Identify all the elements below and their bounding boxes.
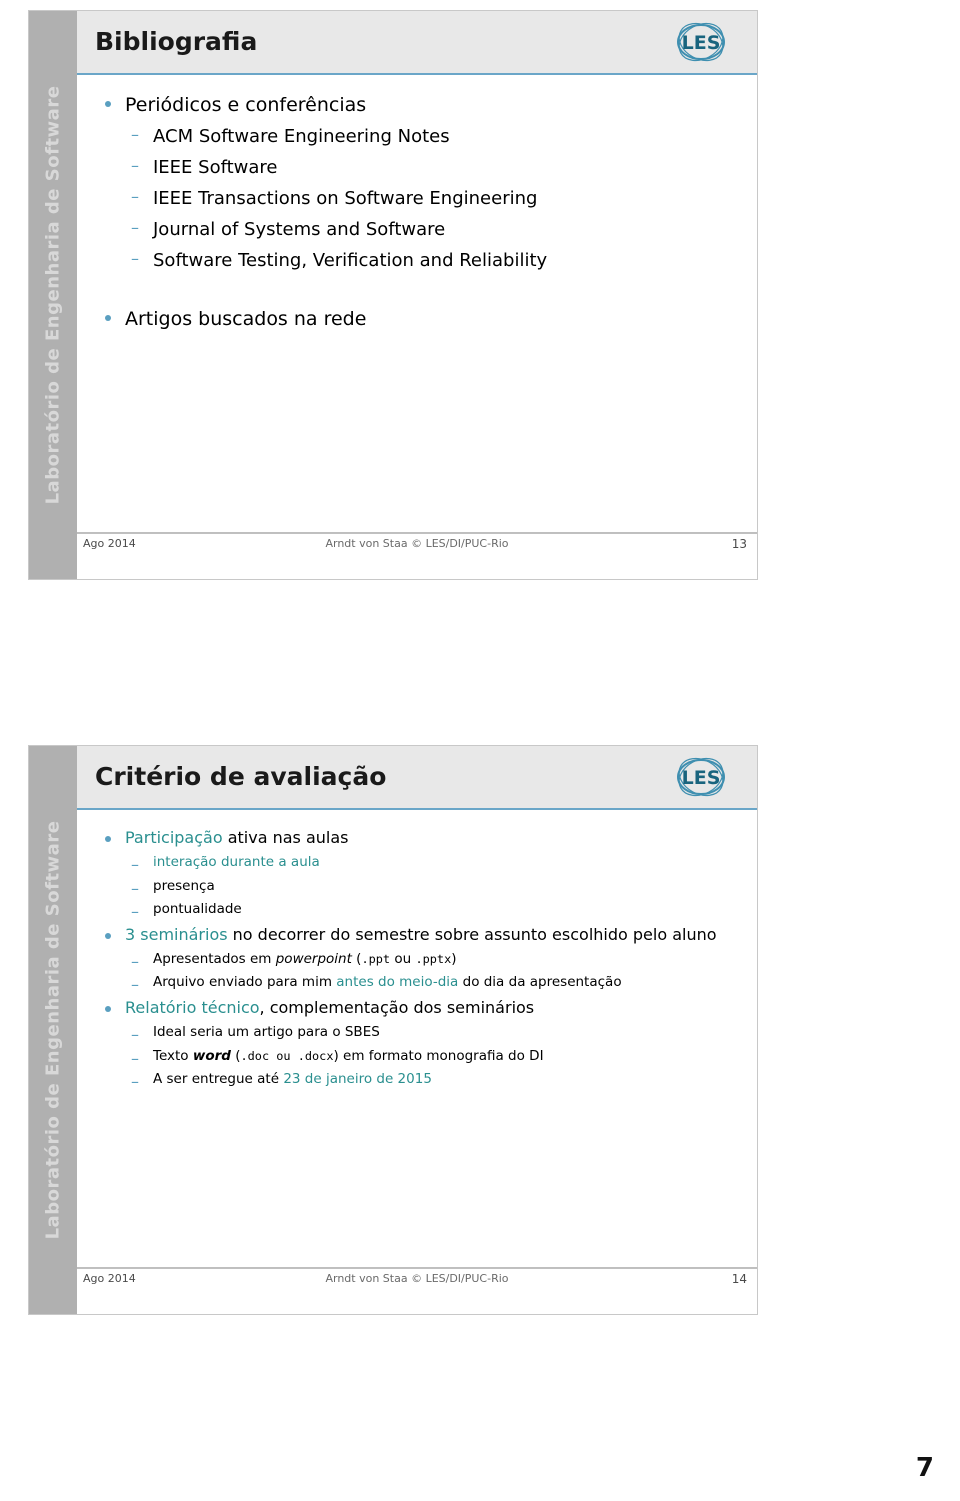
slide-title-bar: Critério de avaliação LES [77,746,757,810]
bullet-dot-icon [105,101,111,107]
bullet-text: 3 seminários no decorrer do semestre sob… [125,924,717,944]
sub-bullet-text: Software Testing, Verification and Relia… [153,250,548,272]
handout-page-number: 7 [915,1453,934,1483]
slide-bibliografia: Laboratório de Engenharia de Software Bi… [28,10,758,580]
bullet-item: 3 seminários no decorrer do semestre sob… [97,923,737,994]
bullet-dot-icon [105,932,111,939]
bullet-dot-icon [105,1005,111,1012]
sub-bullet-text: Ideal seria um artigo para o SBES [153,1023,380,1040]
dash-icon: – [131,217,139,237]
sub-bullet-item: – Journal of Systems and Software [125,215,737,244]
footer-slide-number: 14 [731,1272,747,1286]
handout-page: Laboratório de Engenharia de Software Bi… [0,0,960,1501]
sub-bullet-item: – IEEE Transactions on Software Engineer… [125,184,737,213]
slide-title: Critério de avaliação [95,762,387,791]
side-band-label: Laboratório de Engenharia de Software [42,820,64,1240]
dash-icon: – [131,249,139,269]
slide-footer: Ago 2014 Arndt von Staa © LES/DI/PUC-Rio… [77,1267,757,1314]
svg-text:LES: LES [682,32,721,54]
dash-icon: – [131,878,139,898]
bullet-list-level2: – Apresentados em powerpoint (.ppt ou .p… [125,949,737,995]
sub-bullet-item: – ACM Software Engineering Notes [125,122,737,151]
sub-bullet-text: Texto word (.doc ou .docx) em formato mo… [153,1047,544,1064]
sub-bullet-text: A ser entregue até 23 de janeiro de 2015 [153,1071,432,1088]
bullet-item: Participação ativa nas aulas – interação… [97,826,737,921]
svg-text:LES: LES [682,767,721,789]
bullet-text: Participação ativa nas aulas [125,828,349,847]
footer-attribution: Arndt von Staa © LES/DI/PUC-Rio [325,1272,509,1285]
bullet-list-level2: – interação durante a aula – presença – … [125,852,737,921]
sub-bullet-item: – IEEE Software [125,153,737,182]
slide-side-band: Laboratório de Engenharia de Software [29,746,77,1314]
slide-footer: Ago 2014 Arndt von Staa © LES/DI/PUC-Rio… [77,532,757,579]
footer-slide-number: 13 [731,537,747,551]
footer-attribution: Arndt von Staa © LES/DI/PUC-Rio [325,537,509,550]
les-logo-icon: LES [655,754,739,800]
bullet-item: Relatório técnico, complementação dos se… [97,996,737,1091]
bullet-dot-icon [105,315,111,322]
sub-bullet-item: – Ideal seria um artigo para o SBES [125,1022,737,1044]
bullet-item: Artigos buscados na rede [97,305,737,334]
bullet-item: Periódicos e conferências – ACM Software… [97,91,737,275]
bullet-list-level2: – Ideal seria um artigo para o SBES – Te… [125,1022,737,1091]
dash-icon: – [131,155,139,175]
dash-icon: – [131,1048,139,1068]
sub-bullet-item: – Texto word (.doc ou .docx) em formato … [125,1046,737,1068]
sub-bullet-text: presença [153,877,215,894]
les-logo-icon: LES [655,19,739,65]
sub-bullet-text: IEEE Transactions on Software Engineerin… [153,187,538,209]
sub-bullet-item: – presença [125,876,737,898]
dash-icon: – [131,1072,139,1092]
side-band-label: Laboratório de Engenharia de Software [42,85,64,505]
sub-bullet-item: – Software Testing, Verification and Rel… [125,246,737,275]
sub-bullet-text: interação durante a aula [153,854,320,870]
bullet-text: Periódicos e conferências [125,94,367,116]
dash-icon: – [131,855,139,874]
sub-bullet-item: – interação durante a aula [125,852,737,874]
dash-icon: – [131,951,139,971]
sub-bullet-item: – Arquivo enviado para mim antes do meio… [125,972,737,994]
sub-bullet-text: IEEE Software [153,156,278,178]
sub-bullet-text: Arquivo enviado para mim antes do meio-d… [153,974,622,991]
sub-bullet-item: – A ser entregue até 23 de janeiro de 20… [125,1069,737,1091]
sub-bullet-item: – pontualidade [125,899,737,921]
bullet-list-level1: Participação ativa nas aulas – interação… [97,826,737,1091]
bullet-list-level2: – ACM Software Engineering Notes – IEEE … [125,122,737,276]
dash-icon: – [131,124,139,144]
sub-bullet-text: Apresentados em powerpoint (.ppt ou .ppt… [153,950,457,967]
dash-icon: – [131,186,139,206]
dash-icon: – [131,1024,139,1044]
slide-side-band: Laboratório de Engenharia de Software [29,11,77,579]
bullet-text: Relatório técnico, complementação dos se… [125,997,535,1017]
sub-bullet-text: Journal of Systems and Software [153,218,446,240]
sub-bullet-item: – Apresentados em powerpoint (.ppt ou .p… [125,949,737,971]
slide-content: Participação ativa nas aulas – interação… [77,808,757,1268]
dash-icon: – [131,975,139,995]
sub-bullet-text: pontualidade [153,901,242,918]
slide-criterio-de-avaliacao: Laboratório de Engenharia de Software Cr… [28,745,758,1315]
dash-icon: – [131,902,139,922]
bullet-text: Artigos buscados na rede [125,308,367,331]
spacer [97,279,737,305]
bullet-dot-icon [105,836,111,842]
bullet-list-level1: Periódicos e conferências – ACM Software… [97,91,737,334]
slide-title: Bibliografia [95,27,258,56]
slide-content: Periódicos e conferências – ACM Software… [77,73,757,533]
slide-title-bar: Bibliografia LES [77,11,757,75]
sub-bullet-text: ACM Software Engineering Notes [153,125,450,147]
